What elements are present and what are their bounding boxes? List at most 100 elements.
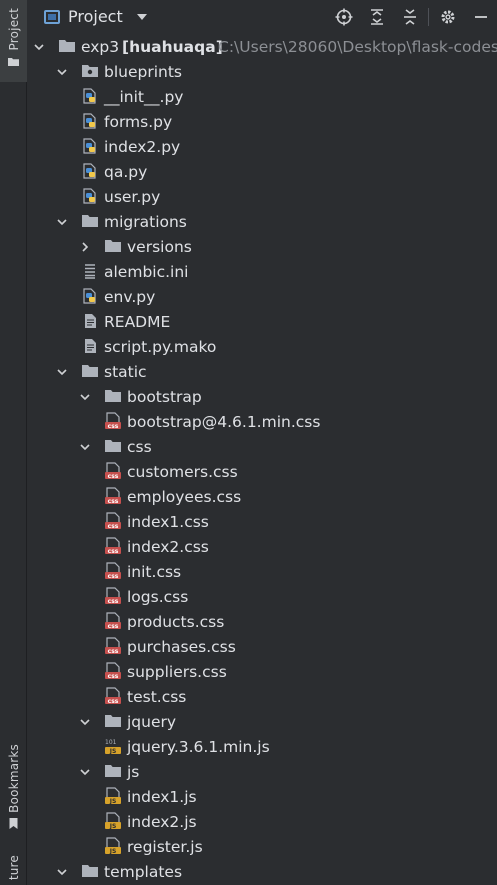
tree-root-row[interactable]: exp3 [huahuaqa] C:\Users\28060\Desktop\f… (28, 34, 497, 59)
tree-file-row[interactable]: css test.css (28, 684, 497, 709)
folder-icon (105, 240, 121, 252)
tree-file-row[interactable]: css customers.css (28, 459, 497, 484)
project-window-icon (44, 9, 60, 24)
svg-text:css: css (108, 498, 119, 505)
tree-file-row[interactable]: README (28, 309, 497, 334)
tree-file-row[interactable]: __init__.py (28, 84, 497, 109)
tree-folder-row[interactable]: templates (28, 859, 497, 884)
folder-icon (82, 215, 98, 227)
tree-file-row[interactable]: css index1.css (28, 509, 497, 534)
svg-text:css: css (108, 623, 119, 630)
tree-item-label: migrations (104, 212, 187, 231)
tree-file-row[interactable]: qa.py (28, 159, 497, 184)
toolbar-separator (428, 7, 429, 26)
folder-icon (82, 865, 98, 877)
svg-text:css: css (108, 598, 119, 605)
tree-folder-row[interactable]: migrations (28, 209, 497, 234)
tree-file-row[interactable]: forms.py (28, 109, 497, 134)
tree-file-row[interactable]: css bootstrap@4.6.1.min.css (28, 409, 497, 434)
tree-item-label: forms.py (104, 112, 173, 131)
project-tool-tab[interactable]: Project (0, 0, 27, 82)
chevron-down-icon[interactable] (57, 217, 67, 227)
python-file-icon (83, 288, 96, 304)
svg-text:JS: JS (109, 748, 117, 755)
tree-item-label: script.py.mako (104, 337, 217, 356)
tree-file-row[interactable]: JS register.js (28, 834, 497, 859)
tree-folder-row[interactable]: versions (28, 234, 497, 259)
python-file-icon (83, 188, 96, 204)
bookmarks-tool-tab[interactable]: Bookmarks (0, 744, 27, 839)
javascript-file-icon: JS (105, 787, 121, 805)
structure-tool-tab[interactable]: ture (0, 855, 27, 885)
tree-item-label: bootstrap (127, 387, 202, 406)
chevron-right-icon[interactable] (80, 241, 90, 252)
tree-folder-row[interactable]: js (28, 759, 497, 784)
tree-folder-row[interactable]: css (28, 434, 497, 459)
text-file-icon (85, 339, 96, 353)
tree-file-row[interactable]: css suppliers.css (28, 659, 497, 684)
locate-file-button[interactable] (327, 0, 360, 33)
python-file-icon (83, 163, 96, 179)
tree-item-label: css (127, 437, 152, 456)
chevron-down-icon[interactable] (80, 442, 90, 452)
tree-item-label: jquery.3.6.1.min.js (127, 737, 270, 756)
expand-all-button[interactable] (360, 0, 393, 33)
folder-icon (105, 765, 121, 777)
tree-file-row[interactable]: env.py (28, 284, 497, 309)
python-file-icon (83, 113, 96, 129)
tree-file-row[interactable]: alembic.ini (28, 259, 497, 284)
settings-button[interactable] (431, 0, 464, 33)
chevron-down-icon[interactable] (34, 42, 44, 52)
javascript-file-icon: JS (105, 812, 121, 830)
tree-file-row[interactable]: css index2.css (28, 534, 497, 559)
root-module-name: [huahuaqa] (122, 37, 223, 56)
tree-item-label: js (127, 762, 140, 781)
tree-item-label: versions (127, 237, 192, 256)
tree-file-row[interactable]: css products.css (28, 609, 497, 634)
root-path: C:\Users\28060\Desktop\flask-codes (218, 37, 497, 56)
chevron-down-icon[interactable] (57, 367, 67, 377)
tree-item-label: init.css (127, 562, 182, 581)
svg-text:css: css (108, 523, 119, 530)
tree-file-row[interactable]: css logs.css (28, 584, 497, 609)
chevron-down-icon[interactable] (57, 67, 67, 77)
tree-folder-row[interactable]: bootstrap (28, 384, 497, 409)
svg-text:101: 101 (105, 739, 117, 746)
tree-file-row[interactable]: index2.py (28, 134, 497, 159)
tree-file-row[interactable]: JS index2.js (28, 809, 497, 834)
css-file-icon: css (105, 612, 121, 630)
tree-folder-row[interactable]: blueprints (28, 59, 497, 84)
tool-window-strip: Project Bookmarks ture (0, 0, 27, 885)
tree-item-label: bootstrap@4.6.1.min.css (127, 412, 321, 431)
hide-button[interactable] (464, 0, 497, 33)
css-file-icon: css (105, 462, 121, 480)
folder-icon (105, 440, 121, 452)
tree-folder-row[interactable]: jquery (28, 709, 497, 734)
tree-file-row[interactable]: css employees.css (28, 484, 497, 509)
tree-file-row[interactable]: css init.css (28, 559, 497, 584)
hide-icon (474, 15, 487, 18)
package-folder-icon (82, 65, 98, 77)
svg-text:css: css (108, 423, 119, 430)
locate-icon (335, 8, 352, 25)
minified-js-file-icon: 101 JS (105, 739, 121, 755)
tree-folder-row[interactable]: static (28, 359, 497, 384)
tree-file-row[interactable]: script.py.mako (28, 334, 497, 359)
chevron-down-icon[interactable] (80, 767, 90, 777)
folder-icon (59, 40, 75, 52)
css-file-icon: css (105, 662, 121, 680)
chevron-down-icon[interactable] (80, 717, 90, 727)
chevron-down-icon[interactable] (80, 392, 90, 402)
bookmark-icon (9, 817, 18, 829)
css-file-icon: css (105, 412, 121, 430)
tree-item-label: index2.css (127, 537, 209, 556)
config-file-icon (85, 264, 95, 279)
chevron-down-icon[interactable] (57, 867, 67, 877)
tree-file-row[interactable]: css purchases.css (28, 634, 497, 659)
tree-file-row[interactable]: 101 JS jquery.3.6.1.min.js (28, 734, 497, 759)
tree-file-row[interactable]: user.py (28, 184, 497, 209)
tree-file-row[interactable]: JS index1.js (28, 784, 497, 809)
chevron-down-icon[interactable] (136, 13, 147, 20)
collapse-all-button[interactable] (393, 0, 426, 33)
project-view-selector[interactable]: Project (68, 7, 123, 26)
